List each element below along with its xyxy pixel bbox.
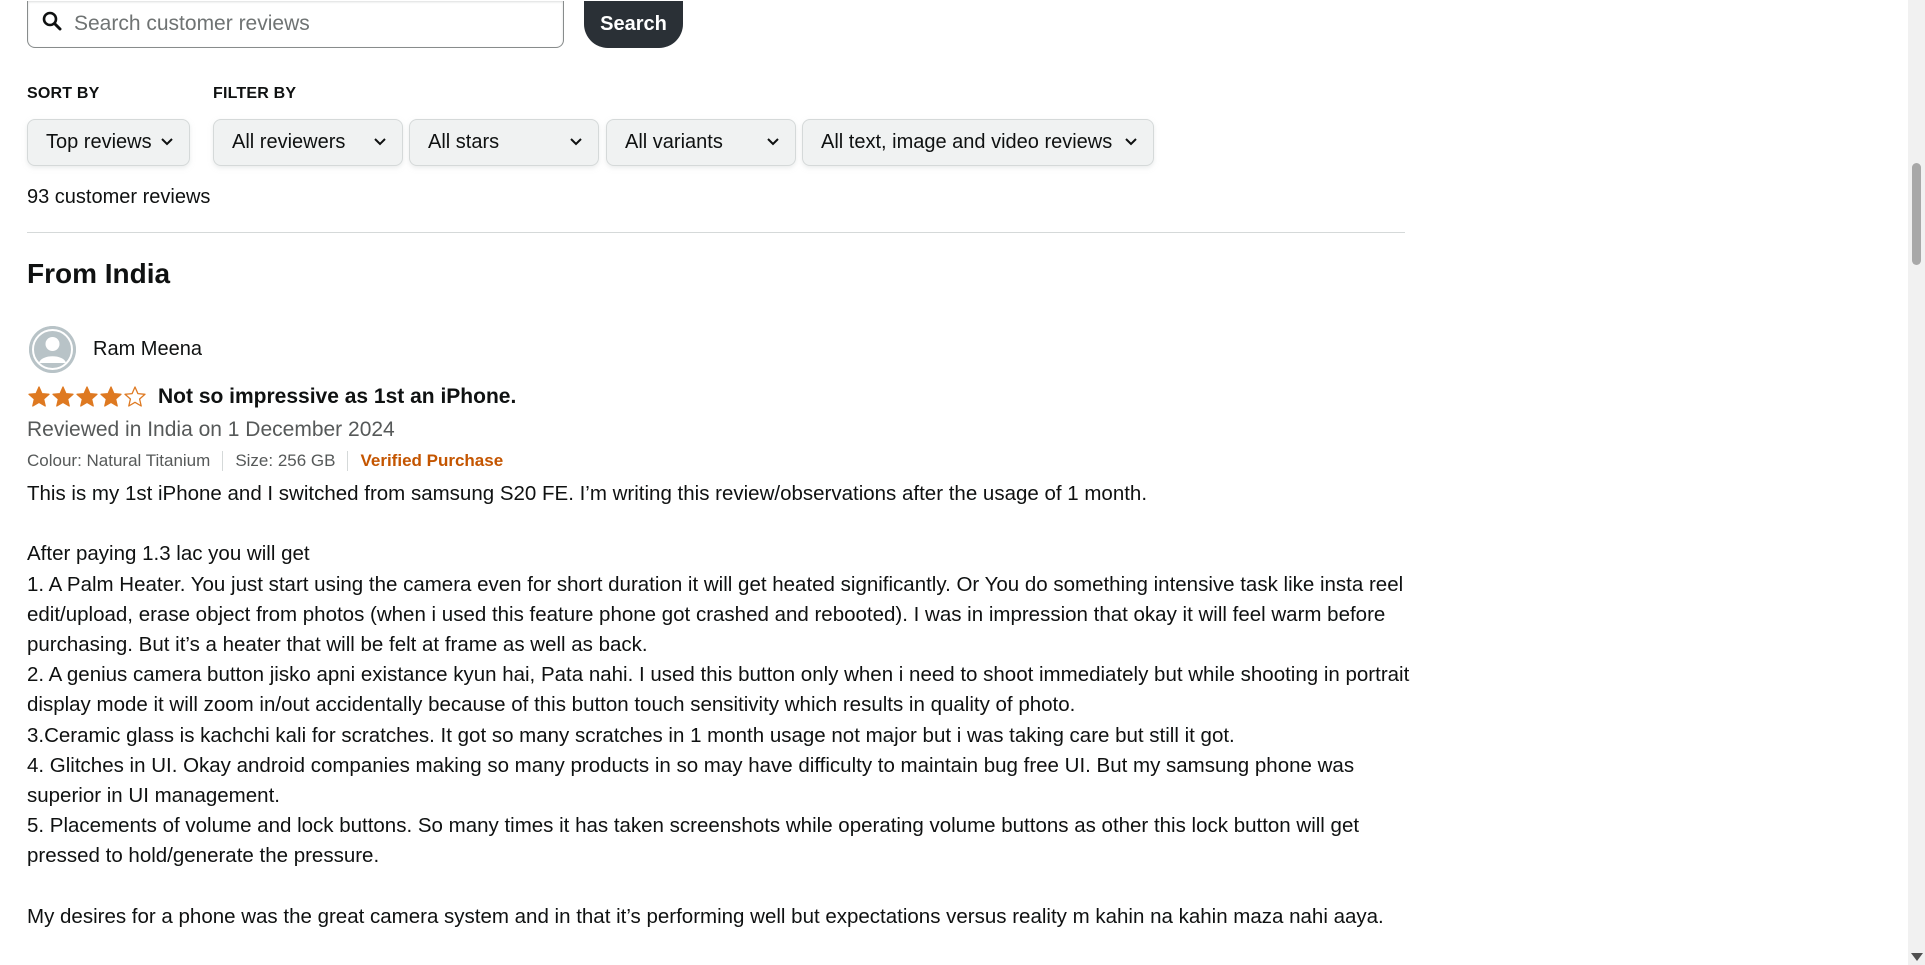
review-meta: Colour: Natural Titanium Size: 256 GB Ve… bbox=[27, 447, 1407, 475]
filter-stars-dropdown[interactable]: All stars bbox=[409, 119, 599, 166]
variant-colour[interactable]: Colour: Natural Titanium bbox=[27, 451, 210, 471]
scrollbar-thumb[interactable] bbox=[1912, 163, 1921, 265]
scroll-down-arrow-icon[interactable] bbox=[1911, 953, 1923, 961]
search-icon bbox=[42, 11, 62, 36]
filter-variants-dropdown[interactable]: All variants bbox=[606, 119, 796, 166]
chevron-down-icon bbox=[374, 138, 386, 146]
star-icon bbox=[124, 386, 146, 407]
search-button[interactable]: Search bbox=[584, 0, 683, 48]
review-title[interactable]: Not so impressive as 1st an iPhone. bbox=[158, 385, 516, 409]
reviewer-name: Ram Meena bbox=[93, 337, 202, 360]
star-rating[interactable] bbox=[27, 385, 147, 409]
chevron-down-icon bbox=[1125, 138, 1137, 146]
filter-reviewers-dropdown[interactable]: All reviewers bbox=[213, 119, 403, 166]
star-icon bbox=[76, 386, 98, 407]
review-title-row: Not so impressive as 1st an iPhone. bbox=[27, 383, 1407, 411]
filter-by-label: FILTER BY bbox=[213, 85, 297, 102]
star-icon bbox=[28, 386, 50, 407]
filter-media-dropdown[interactable]: All text, image and video reviews bbox=[802, 119, 1154, 166]
star-icon bbox=[100, 386, 122, 407]
section-title: From India bbox=[27, 258, 171, 289]
chevron-down-icon bbox=[570, 138, 582, 146]
variant-size[interactable]: Size: 256 GB bbox=[235, 451, 335, 471]
meta-separator bbox=[347, 451, 349, 471]
sort-dropdown-value: Top reviews bbox=[46, 131, 152, 153]
sort-by-label: SORT BY bbox=[27, 85, 100, 102]
filter-reviewers-value: All reviewers bbox=[232, 131, 346, 153]
verified-purchase-badge[interactable]: Verified Purchase bbox=[360, 451, 503, 471]
review-count: 93 customer reviews bbox=[27, 186, 211, 208]
reviewer-profile[interactable]: Ram Meena bbox=[27, 325, 1407, 373]
star-icon bbox=[52, 386, 74, 407]
chevron-down-icon bbox=[161, 138, 173, 146]
review-date: Reviewed in India on 1 December 2024 bbox=[27, 418, 395, 441]
sort-dropdown[interactable]: Top reviews bbox=[27, 119, 190, 166]
vertical-scrollbar[interactable] bbox=[1908, 0, 1925, 965]
filter-variants-value: All variants bbox=[625, 131, 723, 153]
meta-separator bbox=[222, 451, 224, 471]
review-body: This is my 1st iPhone and I switched fro… bbox=[27, 482, 1410, 928]
search-box[interactable] bbox=[27, 0, 564, 48]
search-input[interactable] bbox=[74, 11, 544, 36]
review-item: Ram Meena Not so impressive as 1st an iP… bbox=[27, 325, 1409, 932]
divider bbox=[27, 232, 1405, 233]
chevron-down-icon bbox=[767, 138, 779, 146]
filter-stars-value: All stars bbox=[428, 131, 500, 153]
search-row: Search bbox=[27, 0, 683, 48]
user-avatar-icon bbox=[29, 325, 76, 373]
filter-media-value: All text, image and video reviews bbox=[821, 131, 1113, 153]
